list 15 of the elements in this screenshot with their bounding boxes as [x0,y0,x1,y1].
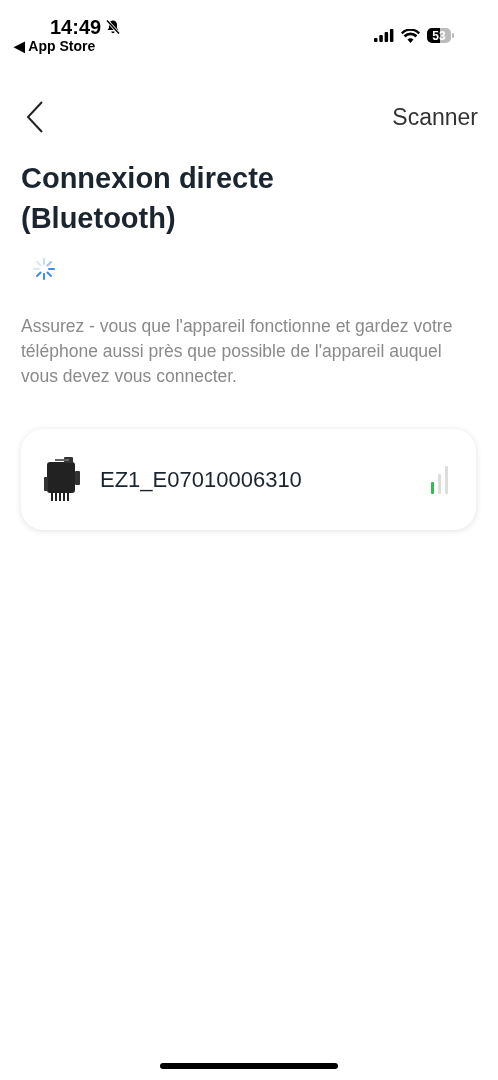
loading-spinner-icon [33,258,55,280]
back-chevron-icon [26,101,44,133]
back-button[interactable] [26,101,44,133]
back-to-app-link[interactable]: ◀ App Store [14,38,96,54]
wifi-icon [401,28,420,43]
muted-bell-icon [105,19,122,35]
scanner-button[interactable]: Scanner [392,103,478,131]
device-name: EZ1_E07010006310 [100,466,303,493]
inverter-device-icon [44,456,82,503]
clock-time: 14:49 [50,16,102,38]
device-list-item[interactable]: EZ1_E07010006310 [21,429,476,530]
page-title: Connexion directe (Bluetooth) [21,161,275,236]
instruction-text: Assurez - vous que l'appareil fonctionne et gardez votre téléphone aussi près que possible de l'appareil auquel vous devez vous connecter. [21,315,454,388]
cellular-signal-icon [374,29,394,42]
signal-strength-icon [430,465,450,494]
